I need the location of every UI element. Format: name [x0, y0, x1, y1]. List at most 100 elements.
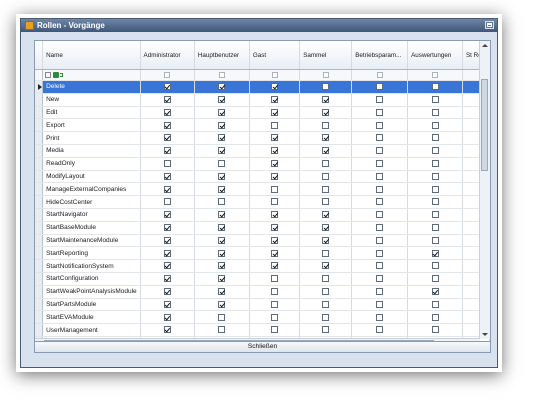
checkbox-cell[interactable] [249, 259, 301, 273]
filter-checkbox[interactable] [432, 71, 439, 78]
permission-checkbox[interactable] [431, 300, 439, 308]
permission-checkbox[interactable] [218, 313, 226, 321]
permission-checkbox[interactable] [163, 236, 171, 244]
maximize-button[interactable] [485, 21, 494, 29]
checkbox-cell[interactable] [249, 157, 301, 171]
checkbox-cell[interactable] [194, 272, 250, 286]
filter-checkbox-cell[interactable] [351, 69, 409, 81]
checkbox-cell[interactable] [194, 208, 250, 222]
permission-checkbox[interactable] [376, 249, 384, 257]
checkbox-cell[interactable] [140, 182, 195, 197]
permission-checkbox[interactable] [163, 211, 171, 219]
filter-checkbox-cell[interactable] [194, 69, 250, 81]
checkbox-cell[interactable] [407, 182, 463, 197]
checkbox-cell[interactable] [194, 144, 250, 158]
filter-checkbox-cell[interactable] [140, 69, 195, 81]
table-row[interactable]: ReadOnly [35, 157, 490, 171]
checkbox-cell[interactable] [299, 170, 353, 184]
permission-checkbox[interactable] [322, 326, 330, 334]
checkbox-cell[interactable] [299, 285, 353, 299]
permission-checkbox[interactable] [322, 262, 330, 270]
permission-checkbox[interactable] [376, 211, 384, 219]
checkbox-cell[interactable] [299, 272, 353, 286]
permission-checkbox[interactable] [271, 300, 279, 308]
permission-checkbox[interactable] [376, 262, 384, 270]
permission-checkbox[interactable] [376, 275, 384, 283]
table-row[interactable]: Edit [35, 106, 490, 120]
checkbox-cell[interactable] [140, 106, 195, 120]
permission-checkbox[interactable] [218, 160, 226, 168]
checkbox-cell[interactable] [351, 323, 409, 337]
permission-checkbox[interactable] [322, 224, 330, 232]
permission-checkbox[interactable] [218, 96, 226, 104]
checkbox-cell[interactable] [249, 131, 301, 145]
filter-checkbox-cell[interactable] [407, 69, 463, 81]
permission-checkbox[interactable] [322, 83, 330, 91]
permission-checkbox[interactable] [271, 160, 279, 168]
filter-checkbox[interactable] [164, 71, 171, 78]
checkbox-cell[interactable] [299, 144, 353, 158]
table-row[interactable]: StartBaseModule [35, 221, 490, 235]
checkbox-cell[interactable] [407, 259, 463, 273]
column-header-auswertungen[interactable]: Auswertungen [407, 41, 463, 70]
row-selector[interactable] [35, 157, 44, 171]
permission-checkbox[interactable] [218, 249, 226, 257]
permission-checkbox[interactable] [431, 108, 439, 116]
close-button[interactable]: Schließen [34, 341, 491, 353]
row-selector[interactable] [35, 182, 44, 197]
permission-checkbox[interactable] [376, 224, 384, 232]
table-row[interactable]: StartReporting [35, 246, 490, 261]
permission-checkbox[interactable] [218, 108, 226, 116]
permission-checkbox[interactable] [431, 172, 439, 180]
permission-checkbox[interactable] [376, 108, 384, 116]
permission-checkbox[interactable] [271, 108, 279, 116]
permission-checkbox[interactable] [322, 108, 330, 116]
checkbox-cell[interactable] [194, 285, 250, 299]
permission-checkbox[interactable] [218, 300, 226, 308]
checkbox-cell[interactable] [194, 93, 250, 107]
checkbox-cell[interactable] [194, 234, 250, 248]
checkbox-cell[interactable] [407, 157, 463, 171]
column-header-betriebsparam[interactable]: Betriebsparam... [351, 41, 409, 70]
row-selector[interactable] [35, 310, 44, 325]
permission-checkbox[interactable] [376, 83, 384, 91]
checkbox-cell[interactable] [407, 106, 463, 120]
checkbox-cell[interactable] [194, 195, 250, 209]
permission-checkbox[interactable] [376, 185, 384, 193]
checkbox-cell[interactable] [299, 131, 353, 145]
permission-checkbox[interactable] [431, 288, 439, 296]
checkbox-cell[interactable] [140, 234, 195, 248]
checkbox-cell[interactable] [249, 298, 301, 312]
permission-checkbox[interactable] [163, 108, 171, 116]
row-selector[interactable] [35, 259, 44, 273]
permission-checkbox[interactable] [271, 275, 279, 283]
row-selector[interactable] [35, 298, 44, 312]
permission-checkbox[interactable] [271, 134, 279, 142]
filter-selector-icon[interactable] [45, 71, 52, 78]
checkbox-cell[interactable] [140, 221, 195, 235]
permission-checkbox[interactable] [163, 147, 171, 155]
checkbox-cell[interactable] [299, 106, 353, 120]
permission-checkbox[interactable] [163, 185, 171, 193]
permission-checkbox[interactable] [218, 198, 226, 206]
checkbox-cell[interactable] [299, 118, 353, 133]
vertical-scrollbar[interactable] [479, 41, 490, 339]
permission-checkbox[interactable] [271, 249, 279, 257]
permission-checkbox[interactable] [431, 121, 439, 129]
checkbox-cell[interactable] [249, 272, 301, 286]
filter-checkbox-cell[interactable] [299, 69, 353, 81]
permission-checkbox[interactable] [163, 313, 171, 321]
permission-checkbox[interactable] [431, 326, 439, 334]
permission-checkbox[interactable] [322, 249, 330, 257]
permission-checkbox[interactable] [376, 96, 384, 104]
checkbox-cell[interactable] [249, 310, 301, 325]
checkbox-cell[interactable] [194, 310, 250, 325]
permission-checkbox[interactable] [271, 224, 279, 232]
checkbox-cell[interactable] [249, 118, 301, 133]
checkbox-cell[interactable] [140, 208, 195, 222]
checkbox-cell[interactable] [351, 170, 409, 184]
checkbox-cell[interactable] [299, 182, 353, 197]
row-selector[interactable] [35, 208, 44, 222]
permission-checkbox[interactable] [322, 211, 330, 219]
checkbox-cell[interactable] [140, 118, 195, 133]
